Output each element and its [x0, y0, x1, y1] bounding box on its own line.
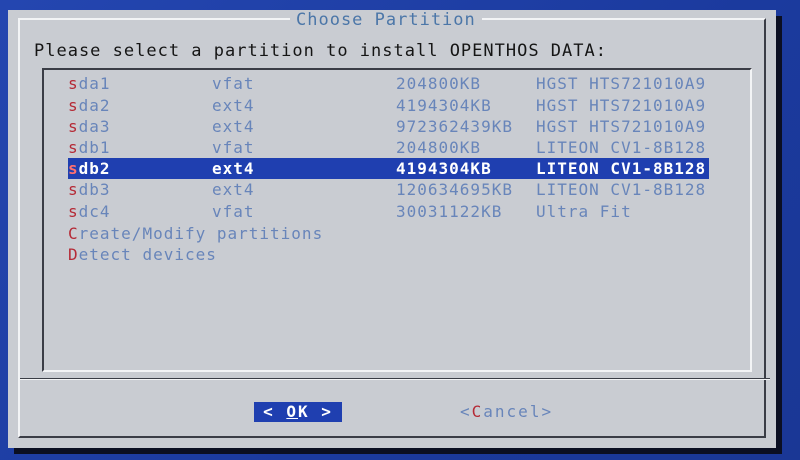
partition-size: 30031122KB — [396, 202, 503, 221]
partition-row-sda3[interactable]: sda3 ext4 972362439KB HGST HTS721010A9 — [68, 116, 709, 137]
partition-device: sda1 — [68, 74, 111, 93]
partition-disk-model: LITEON CV1-8B128 — [536, 180, 707, 199]
partition-row-sdb1[interactable]: sdb1 vfat 204800KB LITEON CV1-8B128 — [68, 137, 709, 158]
partition-disk-model: HGST HTS721010A9 — [536, 74, 707, 93]
partition-device: sdc4 — [68, 202, 111, 221]
partition-disk-model: HGST HTS721010A9 — [536, 96, 707, 115]
hotkey-letter: s — [68, 117, 79, 136]
partition-device: sdb3 — [68, 180, 111, 199]
dialog-prompt: Please select a partition to install OPE… — [34, 41, 607, 61]
partition-filesystem: ext4 — [212, 180, 255, 199]
screen-background: Choose Partition Please select a partiti… — [0, 0, 800, 460]
partition-device: sdb1 — [68, 138, 111, 157]
partition-disk-model: LITEON CV1-8B128 — [536, 138, 707, 157]
partition-row-sdb3[interactable]: sdb3 ext4 120634695KB LITEON CV1-8B128 — [68, 179, 709, 200]
hotkey-letter: C — [68, 224, 79, 243]
hotkey-letter: s — [68, 202, 79, 221]
button-separator — [20, 378, 770, 380]
partition-device: sda2 — [68, 96, 111, 115]
partition-size: 204800KB — [396, 138, 482, 157]
partition-size: 4194304KB — [396, 96, 492, 115]
partition-size: 972362439KB — [396, 117, 513, 136]
partition-filesystem: vfat — [212, 202, 255, 221]
partition-filesystem: ext4 — [212, 117, 255, 136]
hotkey-letter: s — [68, 159, 79, 178]
partition-device: sdb2 — [68, 159, 111, 178]
detect-devices-item[interactable]: Detect devices — [68, 244, 709, 265]
partition-disk-model: Ultra Fit — [536, 202, 632, 221]
partition-row-sda1[interactable]: sda1 vfat 204800KB HGST HTS721010A9 — [68, 73, 709, 94]
hotkey-letter: s — [68, 96, 79, 115]
partition-row-sdc4[interactable]: sdc4 vfat 30031122KB Ultra Fit — [68, 201, 709, 222]
dialog-title: Choose Partition — [290, 10, 482, 30]
ok-button[interactable]: < OK > — [254, 402, 342, 422]
hotkey-letter: s — [68, 74, 79, 93]
partition-size: 4194304KB — [396, 159, 492, 178]
create-modify-partitions-item[interactable]: Create/Modify partitions — [68, 223, 709, 244]
choose-partition-dialog: Choose Partition Please select a partiti… — [8, 10, 776, 448]
partition-filesystem: vfat — [212, 74, 255, 93]
partition-device: sda3 — [68, 117, 111, 136]
hotkey-letter: s — [68, 138, 79, 157]
partition-filesystem: ext4 — [212, 159, 255, 178]
partition-row-sda2[interactable]: sda2 ext4 4194304KB HGST HTS721010A9 — [68, 95, 709, 116]
partition-row-sdb2-selected[interactable]: sdb2 ext4 4194304KB LITEON CV1-8B128 — [68, 158, 709, 179]
partition-size: 120634695KB — [396, 180, 513, 199]
hotkey-letter: D — [68, 245, 79, 264]
partition-filesystem: vfat — [212, 138, 255, 157]
partition-disk-model: LITEON CV1-8B128 — [536, 159, 707, 178]
cancel-button[interactable]: <Cancel> — [460, 402, 553, 422]
hotkey-letter: s — [68, 180, 79, 199]
partition-size: 204800KB — [396, 74, 482, 93]
partition-filesystem: ext4 — [212, 96, 255, 115]
partition-disk-model: HGST HTS721010A9 — [536, 117, 707, 136]
